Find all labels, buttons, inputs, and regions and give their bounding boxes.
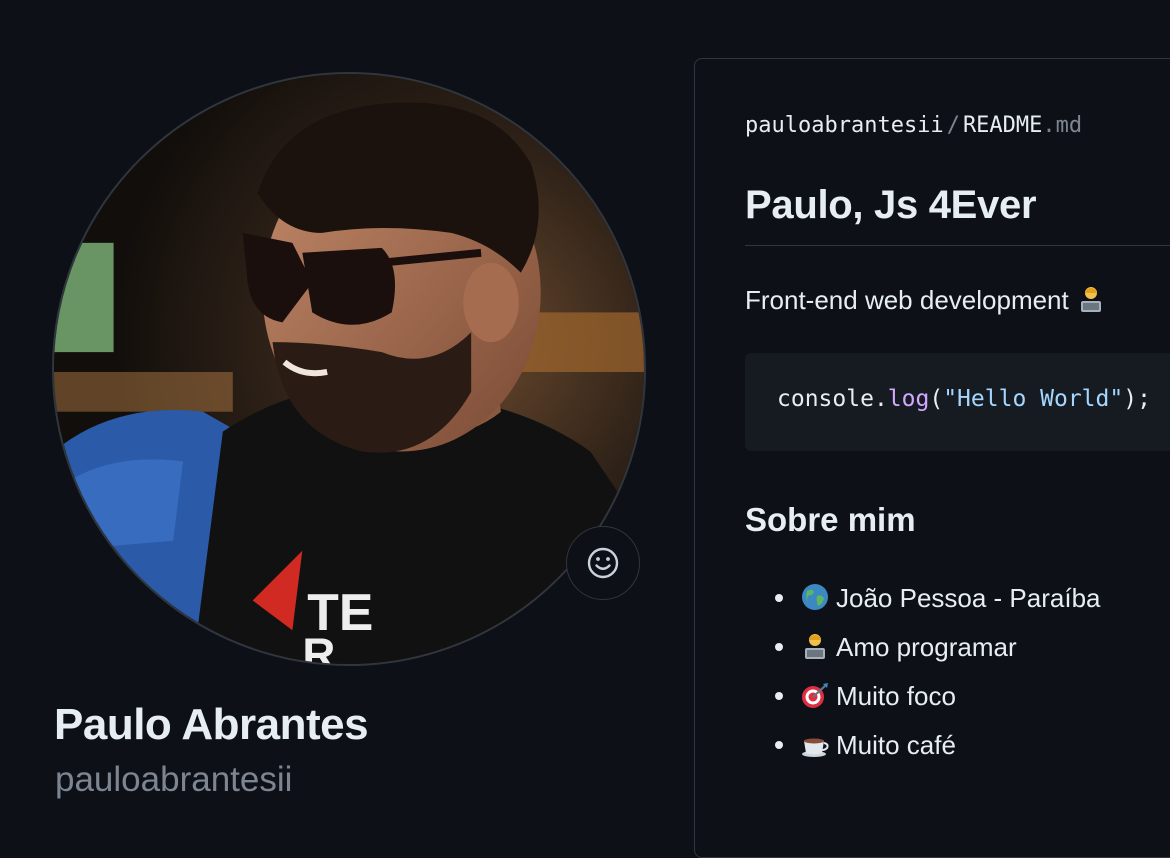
profile-username: paulo­abrantesii	[55, 760, 293, 799]
direct-hit-emoji-icon	[800, 680, 830, 710]
list-item: João Pessoa - Paraíba	[747, 579, 1101, 628]
list-item: Muito café	[747, 726, 1101, 775]
about-list: João Pessoa - Paraíba Amo programar Muit…	[747, 579, 1101, 775]
about-item-text: Amo programar	[836, 632, 1017, 662]
code-string: "Hello World"	[943, 386, 1124, 412]
title-divider	[745, 245, 1170, 246]
about-item-text: Muito foco	[836, 681, 956, 711]
list-item: Amo programar	[747, 628, 1101, 677]
readme-breadcrumb: pauloabrantesii / README.md	[745, 113, 1082, 138]
profile-photo: TE R	[54, 74, 644, 664]
code-dot: .	[873, 386, 888, 412]
code-close: );	[1123, 386, 1151, 412]
code-method: log	[887, 386, 930, 412]
readme-tagline: Front-end web development	[745, 284, 1112, 316]
technologist-emoji-icon	[1076, 284, 1106, 314]
hot-beverage-emoji-icon	[800, 729, 830, 759]
about-item-text: Muito café	[836, 730, 956, 760]
tagline-text: Front-end web development	[745, 285, 1069, 315]
readme-file-ext: .md	[1042, 113, 1083, 138]
about-heading: Sobre mim	[745, 501, 916, 538]
svg-text:R: R	[302, 629, 335, 664]
list-item: Muito foco	[747, 677, 1101, 726]
readme-user-link[interactable]: pauloabrantesii	[745, 113, 944, 138]
technologist-emoji-icon	[800, 631, 830, 661]
smiley-icon	[587, 547, 619, 579]
code-block[interactable]: console.log("Hello World");	[745, 353, 1170, 451]
avatar-container: TE R	[52, 72, 646, 666]
profile-name: Paulo Abrantes	[54, 700, 369, 749]
avatar[interactable]: TE R	[52, 72, 646, 666]
code-line: console.log("Hello World");	[777, 386, 1151, 412]
code-open-paren: (	[929, 386, 944, 412]
readme-file-link[interactable]: README.md	[963, 113, 1082, 138]
globe-emoji-icon	[800, 582, 830, 612]
readme-card: pauloabrantesii / README.md Paulo, Js 4Eve…	[694, 58, 1170, 858]
readme-title: Paulo, Js 4Ever	[745, 183, 1037, 227]
set-status-button[interactable]	[566, 526, 640, 600]
code-object: console	[777, 386, 874, 412]
path-separator: /	[946, 113, 960, 138]
readme-file-name: README	[962, 113, 1043, 138]
about-item-text: João Pessoa - Paraíba	[836, 583, 1101, 613]
